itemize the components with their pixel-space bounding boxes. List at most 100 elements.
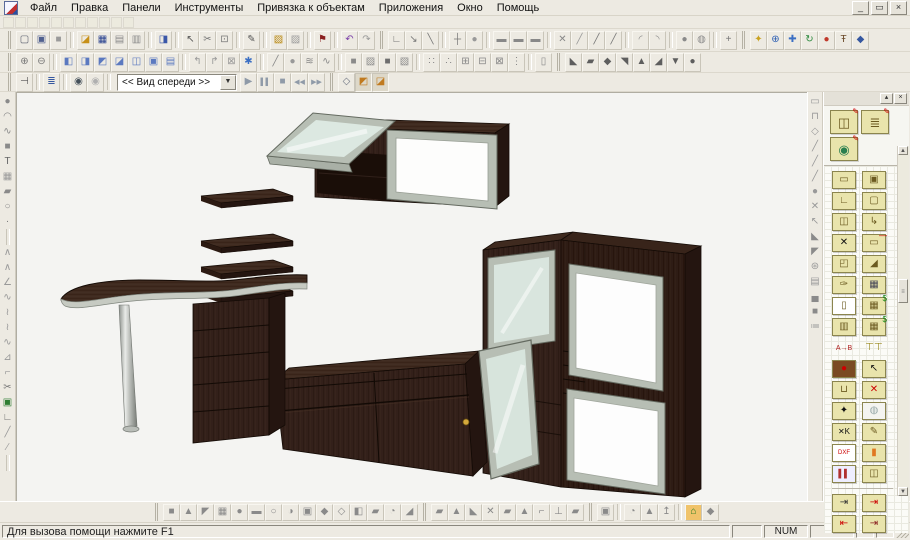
camera-disabled[interactable]: ◉ (87, 73, 104, 92)
face-4[interactable]: ▧ (396, 53, 413, 72)
fittings[interactable]: ✑ (832, 276, 856, 294)
solid-3[interactable]: ▬ (527, 31, 544, 50)
snap-nearest-2[interactable]: ╱ (808, 154, 822, 169)
rotate-right[interactable]: ↱ (206, 53, 223, 72)
draw-circle[interactable]: ● (1, 94, 15, 109)
align-2[interactable]: ∴ (440, 53, 457, 72)
print-preview[interactable]: ▥ (128, 31, 145, 50)
solid-prism[interactable]: ◆ (599, 53, 616, 72)
measure-angle[interactable]: ∟ (388, 31, 405, 50)
tables[interactable]: ▥ (832, 318, 856, 336)
align-1[interactable]: ∷ (423, 53, 440, 72)
panel-l-shaped[interactable]: ∟ (832, 192, 856, 210)
join-right[interactable]: ⇥ (862, 494, 886, 512)
import[interactable]: ◨ (155, 31, 172, 50)
extend-1[interactable]: ╱ (1, 425, 15, 440)
library-folder[interactable]: ▮ (862, 444, 886, 462)
close-button[interactable]: × (890, 1, 907, 15)
measure-line[interactable]: ╲ (422, 31, 439, 50)
shape-diamond-open[interactable]: ◇ (333, 504, 350, 521)
edit-model[interactable]: ◫✎ (830, 110, 858, 134)
profile-5[interactable]: ▰ (499, 504, 516, 521)
edit-materials[interactable]: ◉✎ (830, 137, 858, 161)
furniture-tv-stand[interactable] (275, 351, 487, 476)
cut[interactable]: ✂ (199, 31, 216, 50)
panel-rounded[interactable]: ▢ (862, 192, 886, 210)
view-back[interactable]: ▣ (145, 53, 162, 72)
solid-ball[interactable]: ● (684, 53, 701, 72)
sphere[interactable]: ● (284, 53, 301, 72)
circle-2[interactable]: ◍ (693, 31, 710, 50)
node[interactable]: ● (466, 31, 483, 50)
line-3[interactable]: ╱ (605, 31, 622, 50)
display-wireframe[interactable]: ◇ (338, 73, 355, 92)
solid-slab[interactable]: ▰ (582, 53, 599, 72)
menu-object-snap[interactable]: Привязка к объектам (250, 1, 372, 15)
align-5[interactable]: ⊠ (491, 53, 508, 72)
align-3[interactable]: ⊞ (457, 53, 474, 72)
stop[interactable]: ■ (274, 73, 291, 92)
shape-diamond[interactable]: ◆ (316, 504, 333, 521)
object-arc[interactable]: ◔ (624, 504, 641, 521)
curve[interactable]: ∿ (318, 53, 335, 72)
object-solid[interactable]: ◆ (702, 504, 719, 521)
layers[interactable]: ≋ (301, 53, 318, 72)
shape-ring[interactable]: ○ (265, 504, 282, 521)
profile-7[interactable]: ⌐ (533, 504, 550, 521)
draw-point[interactable]: · (1, 214, 15, 229)
step-forward[interactable]: ▶▶ (308, 73, 325, 92)
erase[interactable]: ✕ (554, 31, 571, 50)
panel-edge-band[interactable]: ▭— (862, 234, 886, 252)
edit-vertex-2[interactable]: ∧ (1, 260, 15, 275)
panel-with-cutout[interactable]: ▣ (862, 171, 886, 189)
display-solid[interactable]: ◩ (355, 73, 372, 92)
drill-holes[interactable]: ● (832, 360, 856, 378)
profile-8[interactable]: ⊥ (550, 504, 567, 521)
panel-scrollbar[interactable]: ▲ ≡ ▼ (897, 146, 909, 496)
select-region[interactable]: ⊡ (216, 31, 233, 50)
print[interactable]: ▤ (111, 31, 128, 50)
trim[interactable]: ✂ (1, 380, 15, 395)
edit-polyline[interactable]: ⊿ (1, 350, 15, 365)
edit-vertex-1[interactable]: ∧ (1, 245, 15, 260)
shape-wedge[interactable]: ◢ (401, 504, 418, 521)
step-back[interactable]: ◀◀ (291, 73, 308, 92)
shape-grid[interactable]: ▦ (214, 504, 231, 521)
export-dxf[interactable]: DXF (832, 444, 856, 462)
snap-tangent-1[interactable]: ◣ (808, 229, 822, 244)
offset[interactable]: ∟ (1, 410, 15, 425)
screws[interactable]: ⊤⊤ (862, 339, 886, 357)
solid-ramp[interactable]: ◢ (650, 53, 667, 72)
open-box[interactable]: ⊔ (832, 381, 856, 399)
solid-1[interactable]: ▬ (493, 31, 510, 50)
rotate-view[interactable]: ↻ (801, 31, 818, 50)
panel-place[interactable]: ↳ (862, 213, 886, 231)
mirror[interactable]: ⊠ (223, 53, 240, 72)
regen[interactable]: ◆ (852, 31, 869, 50)
extend-2[interactable]: ∕ (1, 440, 15, 455)
profile-1[interactable]: ▰ (431, 504, 448, 521)
furniture-wall-cabinet[interactable] (267, 113, 509, 209)
estimate-table[interactable]: ▦$ (862, 318, 886, 336)
object-panel[interactable]: ▣ (597, 504, 614, 521)
box-build[interactable]: ◰ (832, 255, 856, 273)
edit[interactable]: ✎ (243, 31, 260, 50)
rotate-left[interactable]: ↰ (189, 53, 206, 72)
shape-square[interactable]: ■ (163, 504, 180, 521)
menu-applications[interactable]: Приложения (372, 1, 450, 15)
menu-edit[interactable]: Правка (64, 1, 115, 15)
dropdown-arrow-icon[interactable]: ▼ (220, 75, 236, 90)
shape-triangle[interactable]: ▲ (180, 504, 197, 521)
render[interactable]: ● (818, 31, 835, 50)
snap-endpoint[interactable]: ▭ (808, 94, 822, 109)
schedule-table[interactable]: ▦ (862, 276, 886, 294)
menu-panels[interactable]: Панели (115, 1, 167, 15)
snap-intersection[interactable]: ✕ (808, 199, 822, 214)
zoom-out[interactable]: ⊖ (33, 53, 50, 72)
snap-node[interactable]: ◇ (808, 124, 822, 139)
menu-file[interactable]: Файл (23, 1, 64, 15)
copy[interactable]: ▧ (270, 31, 287, 50)
saw-cut[interactable]: ◍ (862, 402, 886, 420)
join-bottom[interactable]: ⇥ (862, 515, 886, 533)
blank-sheet[interactable]: ▯ (832, 297, 856, 315)
